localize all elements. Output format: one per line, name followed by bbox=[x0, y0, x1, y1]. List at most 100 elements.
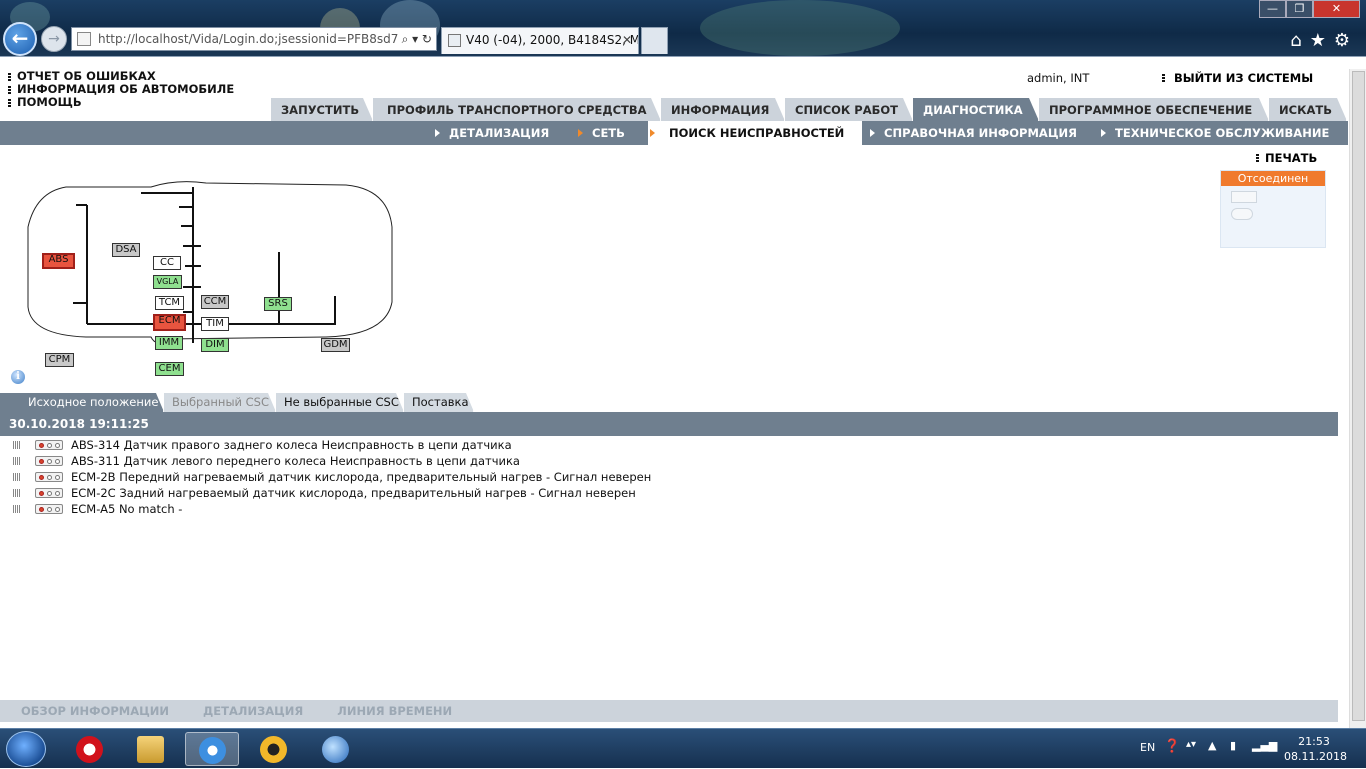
expand-icon[interactable] bbox=[13, 441, 20, 449]
tab-title: V40 (-04), 2000, B4184S2, M... bbox=[466, 33, 639, 47]
fault-text: ECM-2B Передний нагреваемый датчик кисло… bbox=[71, 470, 652, 484]
vida-icon[interactable] bbox=[247, 732, 301, 766]
language-indicator[interactable]: EN bbox=[1140, 741, 1155, 754]
maximize-button[interactable]: ❐ bbox=[1286, 0, 1313, 18]
session-date: 30.10.2018 19:11:25 bbox=[0, 412, 1338, 436]
expand-icon[interactable] bbox=[13, 505, 20, 513]
node-ecm[interactable]: ECM bbox=[153, 314, 186, 331]
fault-text: ECM-2C Задний нагреваемый датчик кислоро… bbox=[71, 486, 636, 500]
status-lamp-icon bbox=[35, 456, 63, 466]
main-tabs: ЗАПУСТИТЬ ПРОФИЛЬ ТРАНСПОРТНОГО СРЕДСТВА… bbox=[271, 98, 1347, 121]
network-diagram: DSA ABS CC VGLA TCM CCM ECM TIM IMM DIM … bbox=[26, 167, 396, 407]
tab-work-list[interactable]: СПИСОК РАБОТ bbox=[785, 98, 913, 121]
fault-list: ABS-314 Датчик правого заднего колеса Не… bbox=[0, 437, 1338, 517]
start-button[interactable] bbox=[6, 731, 46, 767]
status-lamp-icon bbox=[35, 488, 63, 498]
browser-chrome: ← → http://localhost/Vida/Login.do;jsess… bbox=[0, 0, 1366, 56]
ie-icon[interactable] bbox=[185, 732, 239, 766]
tab-delivery[interactable]: Поставка bbox=[404, 393, 474, 412]
connection-panel: Отсоединен bbox=[1220, 170, 1326, 248]
list-item[interactable]: ABS-314 Датчик правого заднего колеса Не… bbox=[0, 437, 1338, 453]
tray-arrows-icon[interactable]: ▴▾ bbox=[1186, 739, 1196, 750]
sub-tabs: ДЕТАЛИЗАЦИЯ СЕТЬ ПОИСК НЕИСПРАВНОСТЕЙ СП… bbox=[0, 121, 1348, 145]
list-item[interactable]: ABS-311 Датчик левого переднего колеса Н… bbox=[0, 453, 1338, 469]
node-cpm[interactable]: CPM bbox=[45, 353, 74, 367]
tab-selected-csc[interactable]: Выбранный CSC bbox=[164, 393, 276, 412]
logout-link[interactable]: ВЫЙТИ ИЗ СИСТЕМЫ bbox=[1162, 71, 1313, 85]
list-item[interactable]: ECM-2B Передний нагреваемый датчик кисло… bbox=[0, 469, 1338, 485]
ie-tools-icons[interactable]: ⌂★⚙ bbox=[1290, 30, 1358, 51]
tab-info-overview[interactable]: ОБЗОР ИНФОРМАЦИИ bbox=[21, 704, 169, 718]
close-tab-icon[interactable]: ✕ bbox=[622, 28, 632, 53]
tab-vehicle-profile[interactable]: ПРОФИЛЬ ТРАНСПОРТНОГО СРЕДСТВА bbox=[373, 98, 661, 121]
node-tcm[interactable]: TCM bbox=[155, 296, 184, 310]
list-item[interactable]: ECM-2C Задний нагреваемый датчик кислоро… bbox=[0, 485, 1338, 501]
fault-text: ABS-311 Датчик левого переднего колеса Н… bbox=[71, 454, 520, 468]
close-window-button[interactable]: ✕ bbox=[1313, 0, 1360, 18]
user-label: admin, INT bbox=[1027, 71, 1090, 85]
list-item[interactable]: ECM-A5 No match - bbox=[0, 501, 1338, 517]
page-icon bbox=[77, 32, 91, 46]
node-gdm[interactable]: GDM bbox=[321, 338, 350, 352]
clock[interactable]: 21:53 08.11.2018 bbox=[1284, 734, 1347, 764]
tab-search[interactable]: ИСКАТЬ bbox=[1269, 98, 1347, 121]
node-srs[interactable]: SRS bbox=[264, 297, 292, 311]
node-dsa[interactable]: DSA bbox=[112, 243, 140, 257]
list-tabs: Исходное положение Выбранный CSC Не выбр… bbox=[0, 393, 474, 412]
new-tab-button[interactable] bbox=[641, 27, 668, 54]
expand-icon[interactable] bbox=[13, 473, 20, 481]
taskbar: EN ❓ ▴▾ ▲ ▮ ▂▄▆ 21:53 08.11.2018 bbox=[0, 728, 1366, 768]
fault-text: ECM-A5 No match - bbox=[71, 502, 183, 516]
explorer-icon[interactable] bbox=[124, 732, 178, 766]
browser-tab[interactable]: V40 (-04), 2000, B4184S2, M... ✕ bbox=[441, 27, 639, 54]
address-text: http://localhost/Vida/Login.do;jsessioni… bbox=[98, 32, 420, 46]
expand-icon[interactable] bbox=[13, 489, 20, 497]
app-icon[interactable] bbox=[309, 732, 363, 766]
battery-icon bbox=[1231, 191, 1257, 203]
tab-bottom-details[interactable]: ДЕТАЛИЗАЦИЯ bbox=[203, 704, 303, 718]
scrollbar[interactable] bbox=[1349, 69, 1366, 729]
forward-button[interactable]: → bbox=[41, 26, 67, 52]
address-bar[interactable]: http://localhost/Vida/Login.do;jsessioni… bbox=[71, 27, 437, 51]
tab-timeline[interactable]: ЛИНИЯ ВРЕМЕНИ bbox=[337, 704, 452, 718]
tab-unselected-csc[interactable]: Не выбранные CSC bbox=[276, 393, 404, 412]
fault-text: ABS-314 Датчик правого заднего колеса Не… bbox=[71, 438, 512, 452]
search-refresh-icon[interactable]: ⌕ ▾ ↻ bbox=[397, 28, 432, 50]
print-link[interactable]: ПЕЧАТЬ bbox=[1256, 151, 1317, 165]
tab-diagnostics[interactable]: ДИАГНОСТИКА bbox=[913, 98, 1039, 121]
link-help[interactable]: ПОМОЩЬ bbox=[8, 96, 234, 109]
power-icon[interactable]: ▮ bbox=[1230, 739, 1236, 752]
tab-software[interactable]: ПРОГРАММНОЕ ОБЕСПЕЧЕНИЕ bbox=[1039, 98, 1269, 121]
node-vgla[interactable]: VGLA bbox=[153, 275, 182, 289]
clock-time: 21:53 bbox=[1298, 735, 1330, 748]
subtab-details[interactable]: ДЕТАЛИЗАЦИЯ bbox=[433, 121, 549, 145]
node-cc[interactable]: CC bbox=[153, 256, 181, 270]
node-imm[interactable]: IMM bbox=[155, 336, 183, 350]
node-cem[interactable]: CEM bbox=[155, 362, 184, 376]
subtab-maintenance[interactable]: ТЕХНИЧЕСКОЕ ОБСЛУЖИВАНИЕ bbox=[1099, 121, 1329, 145]
node-tim[interactable]: TIM bbox=[201, 317, 229, 331]
tab-information[interactable]: ИНФОРМАЦИЯ bbox=[661, 98, 785, 121]
scrollbar-thumb[interactable] bbox=[1352, 71, 1365, 721]
expand-icon[interactable] bbox=[13, 457, 20, 465]
info-icon[interactable]: i bbox=[11, 370, 25, 384]
status-lamp-icon bbox=[35, 472, 63, 482]
subtab-network[interactable]: СЕТЬ bbox=[576, 121, 625, 145]
status-lamp-icon bbox=[35, 504, 63, 514]
tab-start[interactable]: ЗАПУСТИТЬ bbox=[271, 98, 373, 121]
node-dim[interactable]: DIM bbox=[201, 338, 229, 352]
show-hidden-icon[interactable]: ▲ bbox=[1208, 739, 1216, 752]
subtab-fault-tracing[interactable]: ПОИСК НЕИСПРАВНОСТЕЙ bbox=[648, 121, 862, 145]
minimize-button[interactable]: — bbox=[1259, 0, 1286, 18]
tab-initial-position[interactable]: Исходное положение bbox=[0, 393, 164, 412]
key-icon bbox=[1231, 208, 1253, 220]
header-links: ОТЧЕТ ОБ ОШИБКАХ ИНФОРМАЦИЯ ОБ АВТОМОБИЛ… bbox=[8, 70, 234, 109]
subtab-reference-info[interactable]: СПРАВОЧНАЯ ИНФОРМАЦИЯ bbox=[868, 121, 1077, 145]
opera-icon[interactable] bbox=[63, 732, 117, 766]
bottom-tabs: ОБЗОР ИНФОРМАЦИИ ДЕТАЛИЗАЦИЯ ЛИНИЯ ВРЕМЕ… bbox=[0, 700, 1338, 722]
node-ccm[interactable]: CCM bbox=[201, 295, 229, 309]
network-icon[interactable]: ▂▄▆ bbox=[1252, 739, 1277, 752]
back-button[interactable]: ← bbox=[3, 22, 37, 56]
node-abs[interactable]: ABS bbox=[42, 253, 75, 269]
help-icon[interactable]: ❓ bbox=[1164, 739, 1180, 754]
